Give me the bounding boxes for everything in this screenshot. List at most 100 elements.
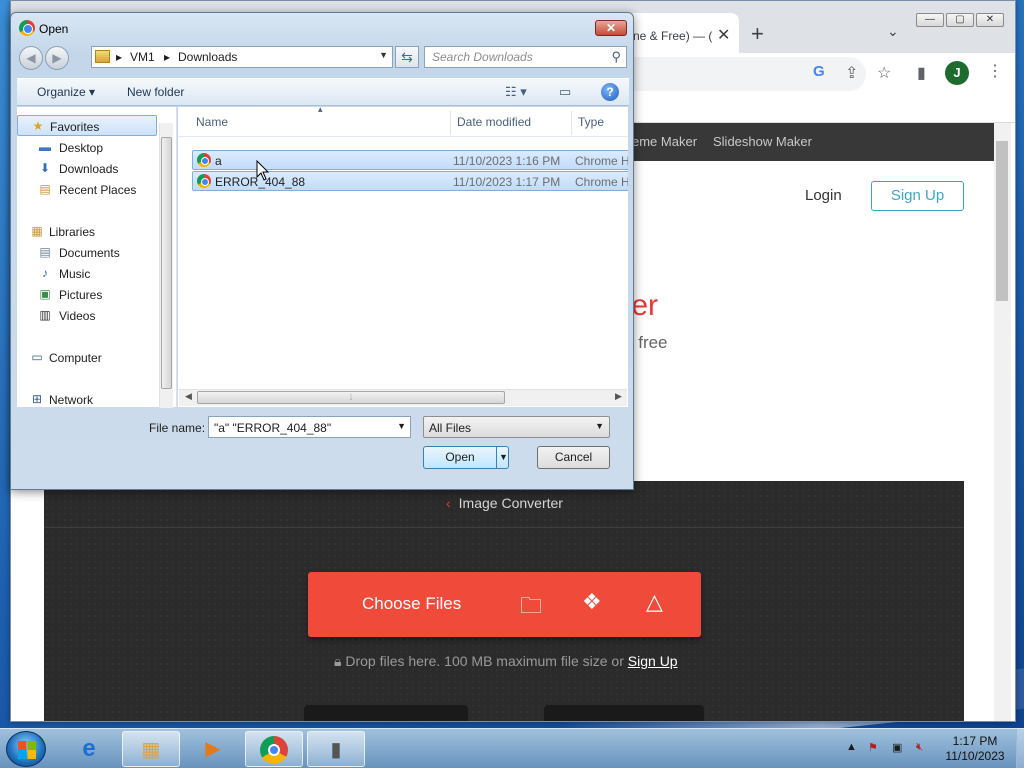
- signup-button[interactable]: Sign Up: [871, 181, 964, 211]
- chevron-right-icon[interactable]: ▸: [116, 50, 122, 64]
- network-status-icon[interactable]: ▣: [892, 741, 902, 754]
- search-input[interactable]: Search Downloads ⚲: [424, 46, 627, 68]
- google-chrome-icon[interactable]: [245, 731, 303, 767]
- choose-files-button[interactable]: Choose Files 🗀 ❖ △: [308, 572, 701, 637]
- hscrollbar-thumb[interactable]: ⦙: [197, 391, 505, 404]
- breadcrumb-downloads[interactable]: Downloads: [178, 50, 237, 64]
- show-hidden-icons-icon[interactable]: ▲: [846, 741, 857, 753]
- mouse-cursor-icon: [256, 160, 270, 181]
- maximize-button[interactable]: ▢: [946, 13, 974, 27]
- nav-item-meme-maker[interactable]: eme Maker: [632, 134, 697, 149]
- windows-logo-icon: [18, 741, 36, 759]
- address-breadcrumb[interactable]: ▸ VM1 ▸ Downloads ▼: [91, 46, 393, 68]
- action-center-icon[interactable]: ⚑: [868, 741, 878, 754]
- sidebar-item-desktop[interactable]: ▬ Desktop: [17, 137, 157, 158]
- chevron-left-icon: ‹: [446, 495, 451, 511]
- close-window-button[interactable]: ✕: [976, 13, 1004, 27]
- view-options-icon[interactable]: ☷ ▾: [505, 84, 527, 100]
- file-type-value: All Files: [429, 421, 472, 435]
- column-name[interactable]: Name: [196, 115, 228, 129]
- drop-hint: 🔒︎ Drop files here. 100 MB maximum file …: [334, 653, 678, 670]
- sidebar-item-network[interactable]: ⊞ Network: [17, 389, 157, 407]
- pictures-icon: ▣: [39, 287, 51, 301]
- sidebar-item-favorites[interactable]: ★ Favorites: [17, 115, 157, 136]
- column-header-row: Name ▴ Date modified Type: [178, 107, 628, 137]
- organize-button[interactable]: Organize ▾: [37, 85, 95, 99]
- star-icon[interactable]: ☆: [877, 63, 891, 83]
- scroll-left-icon[interactable]: ◀: [185, 391, 192, 402]
- chevron-down-icon[interactable]: ▼: [379, 50, 388, 60]
- breadcrumb-vm1[interactable]: VM1: [130, 50, 155, 64]
- sidebar-item-computer[interactable]: ▭ Computer: [17, 347, 157, 368]
- avatar[interactable]: J: [945, 61, 969, 85]
- file-name: a: [215, 154, 222, 168]
- breadcrumb[interactable]: ‹ Image Converter: [446, 495, 563, 511]
- file-date: 11/10/2023 1:17 PM: [453, 175, 561, 189]
- new-tab-button[interactable]: +: [751, 23, 764, 45]
- open-dialog-taskbar-icon[interactable]: ▮: [307, 731, 365, 767]
- system-clock[interactable]: 1:17 PM 11/10/2023: [940, 734, 1010, 764]
- tab-close-icon[interactable]: ✕: [717, 25, 730, 45]
- refresh-icon[interactable]: ⇆: [395, 46, 419, 68]
- sidebar-scrollbar-thumb[interactable]: [161, 137, 172, 389]
- drop-text: Drop files here. 100 MB maximum file siz…: [345, 653, 624, 669]
- share-icon[interactable]: ⇪: [845, 63, 858, 83]
- sidebar-item-videos[interactable]: ▥ Videos: [17, 305, 157, 326]
- signup-link[interactable]: Sign Up: [628, 653, 678, 669]
- login-link[interactable]: Login: [805, 187, 842, 204]
- sidebar-item-pictures[interactable]: ▣ Pictures: [17, 284, 157, 305]
- volume-muted-icon[interactable]: 🔇︎: [916, 741, 923, 754]
- dialog-close-button[interactable]: ✕: [595, 20, 627, 36]
- menu-icon[interactable]: ⋮: [987, 61, 1003, 81]
- videos-icon: ▥: [39, 308, 51, 322]
- computer-icon: ▭: [31, 350, 43, 364]
- file-name-input[interactable]: "a" "ERROR_404_88" ▼: [208, 416, 411, 438]
- preview-pane-icon[interactable]: ▭: [559, 84, 571, 100]
- file-type-select[interactable]: All Files ▼: [423, 416, 610, 438]
- page-scrollbar-thumb[interactable]: [996, 141, 1008, 301]
- tab-stub: [544, 705, 704, 721]
- breadcrumb-label: Image Converter: [458, 495, 563, 511]
- side-panel-icon[interactable]: ▮: [917, 63, 926, 83]
- open-button[interactable]: Open ▼: [423, 446, 509, 469]
- chrome-file-icon: [197, 174, 211, 188]
- taskbar: e ▦ ▶ ▮ ▲ ⚑ ▣ 🔇︎ 1:17 PM 11/10/2023: [0, 728, 1024, 768]
- forward-arrow-icon[interactable]: ▶: [45, 46, 69, 70]
- chevron-down-icon[interactable]: ▼: [397, 421, 406, 431]
- recent-places-icon: ▤: [39, 182, 51, 196]
- cancel-button[interactable]: Cancel: [537, 446, 610, 469]
- tab-search-icon[interactable]: ⌄: [887, 23, 899, 40]
- chevron-down-icon[interactable]: ▼: [595, 421, 604, 431]
- google-drive-icon[interactable]: △: [646, 589, 663, 615]
- dropbox-icon[interactable]: ❖: [582, 589, 602, 615]
- sidebar-item-recent-places[interactable]: ▤ Recent Places: [17, 179, 157, 200]
- column-date-modified[interactable]: Date modified: [457, 115, 531, 129]
- help-icon[interactable]: ?: [601, 83, 619, 101]
- media-player-icon[interactable]: ▶: [184, 731, 242, 767]
- address-bar[interactable]: [606, 57, 866, 91]
- internet-explorer-icon[interactable]: e: [60, 731, 118, 767]
- chevron-right-icon[interactable]: ▸: [164, 50, 170, 64]
- sidebar-item-libraries[interactable]: ▦ Libraries: [17, 221, 157, 242]
- windows-explorer-icon[interactable]: ▦: [122, 731, 180, 767]
- sidebar-item-documents[interactable]: ▤ Documents: [17, 242, 157, 263]
- new-folder-button[interactable]: New folder: [127, 85, 184, 99]
- file-name-value: "a" "ERROR_404_88": [214, 421, 332, 435]
- column-type[interactable]: Type: [578, 115, 604, 129]
- minimize-button[interactable]: —: [916, 13, 944, 27]
- sidebar-item-music[interactable]: ♪ Music: [17, 263, 157, 284]
- back-arrow-icon[interactable]: ◀: [19, 46, 43, 70]
- tab-stub: [304, 705, 468, 721]
- libraries-icon: ▦: [31, 224, 43, 238]
- nav-item-slideshow-maker[interactable]: Slideshow Maker: [713, 134, 812, 149]
- chevron-down-icon[interactable]: ▼: [499, 447, 508, 468]
- show-desktop-button[interactable]: [1016, 729, 1024, 768]
- sidebar-item-downloads[interactable]: ⬇ Downloads: [17, 158, 157, 179]
- folder-search-icon[interactable]: 🗀: [520, 589, 542, 627]
- file-type: Chrome H: [575, 154, 628, 168]
- google-icon[interactable]: G: [813, 63, 825, 80]
- network-icon: ⊞: [31, 392, 43, 406]
- search-icon[interactable]: ⚲: [611, 49, 621, 65]
- start-button[interactable]: [6, 731, 46, 767]
- scroll-right-icon[interactable]: ▶: [615, 391, 622, 402]
